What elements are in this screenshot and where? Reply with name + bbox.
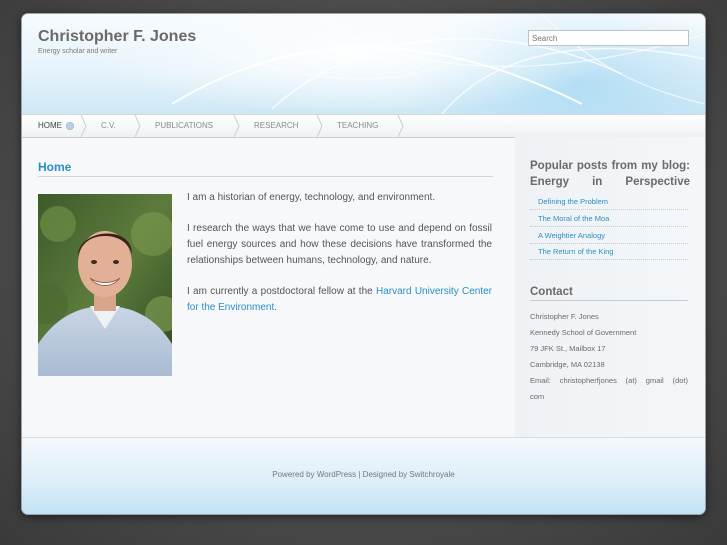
popular-posts-title: Popular posts from my blog: Energy in Pe… [530, 160, 690, 188]
contact-email: Email: christopherfjones (at) gmail (dot… [530, 376, 688, 385]
intro-text: I am a historian of energy, technology, … [187, 190, 492, 331]
post-link[interactable]: Defining the Problem [530, 194, 688, 210]
position-paragraph: I am currently a postdoctoral fellow at … [187, 284, 492, 316]
page-container: Christopher F. Jones Energy scholar and … [22, 14, 705, 514]
contact-city: Cambridge, MA 02138 [530, 360, 605, 369]
research-paragraph: I research the ways that we have come to… [187, 223, 492, 266]
position-text: I am currently a postdoctoral fellow at … [187, 286, 376, 297]
nav-item-label: C.V. [101, 121, 116, 130]
contact-name: Christopher F. Jones [530, 312, 599, 321]
nav-item-teaching[interactable]: TEACHING [337, 115, 378, 137]
sidebar: Popular posts from my blog: Energy in Pe… [515, 137, 705, 437]
site-tagline: Energy scholar and writer [38, 48, 118, 55]
main-content: Home I am a historian of energy, technol… [38, 160, 498, 376]
post-link[interactable]: The Return of the King [530, 244, 688, 260]
site-title[interactable]: Christopher F. Jones [38, 28, 196, 46]
contact-address: 79 JFK St., Mailbox 17 [530, 344, 606, 353]
footer-credits: Powered by WordPress | Designed by Switc… [272, 470, 455, 479]
contact-org: Kennedy School of Government [530, 328, 637, 337]
nav-item-home[interactable]: HOME [38, 115, 74, 137]
nav-separator [316, 115, 323, 137]
active-dot-icon [66, 121, 74, 130]
nav-item-label: TEACHING [337, 121, 379, 130]
position-suffix: . [274, 302, 278, 313]
contact-email-end: com [530, 392, 545, 401]
profile-photo [38, 194, 172, 376]
popular-posts-heading: Popular posts from my blog: Energy in Pe… [530, 158, 690, 190]
nav-item-research[interactable]: RESEARCH [254, 115, 298, 137]
nav-separator [233, 115, 240, 137]
post-link[interactable]: A Weightier Analogy [530, 228, 688, 244]
footer: Powered by WordPress | Designed by Switc… [22, 437, 705, 514]
intro-paragraph: I am a historian of energy, technology, … [187, 192, 436, 203]
nav-item-label: PUBLICATIONS [155, 121, 214, 130]
nav-separator [80, 115, 87, 137]
main-nav: HOME C.V. PUBLICATIONS RESEARCH TEACHING [22, 114, 705, 138]
page-title: Home [38, 160, 493, 177]
nav-separator [397, 115, 404, 137]
nav-separator [134, 115, 141, 137]
nav-item-publications[interactable]: PUBLICATIONS [155, 115, 213, 137]
nav-item-label: RESEARCH [254, 121, 299, 130]
post-link[interactable]: The Moral of the Moa [530, 211, 688, 227]
header: Christopher F. Jones Energy scholar and … [22, 14, 705, 114]
search-input[interactable] [528, 30, 689, 46]
nav-item-label: HOME [38, 121, 62, 130]
contact-heading: Contact [530, 284, 688, 301]
nav-item-cv[interactable]: C.V. [101, 115, 116, 137]
